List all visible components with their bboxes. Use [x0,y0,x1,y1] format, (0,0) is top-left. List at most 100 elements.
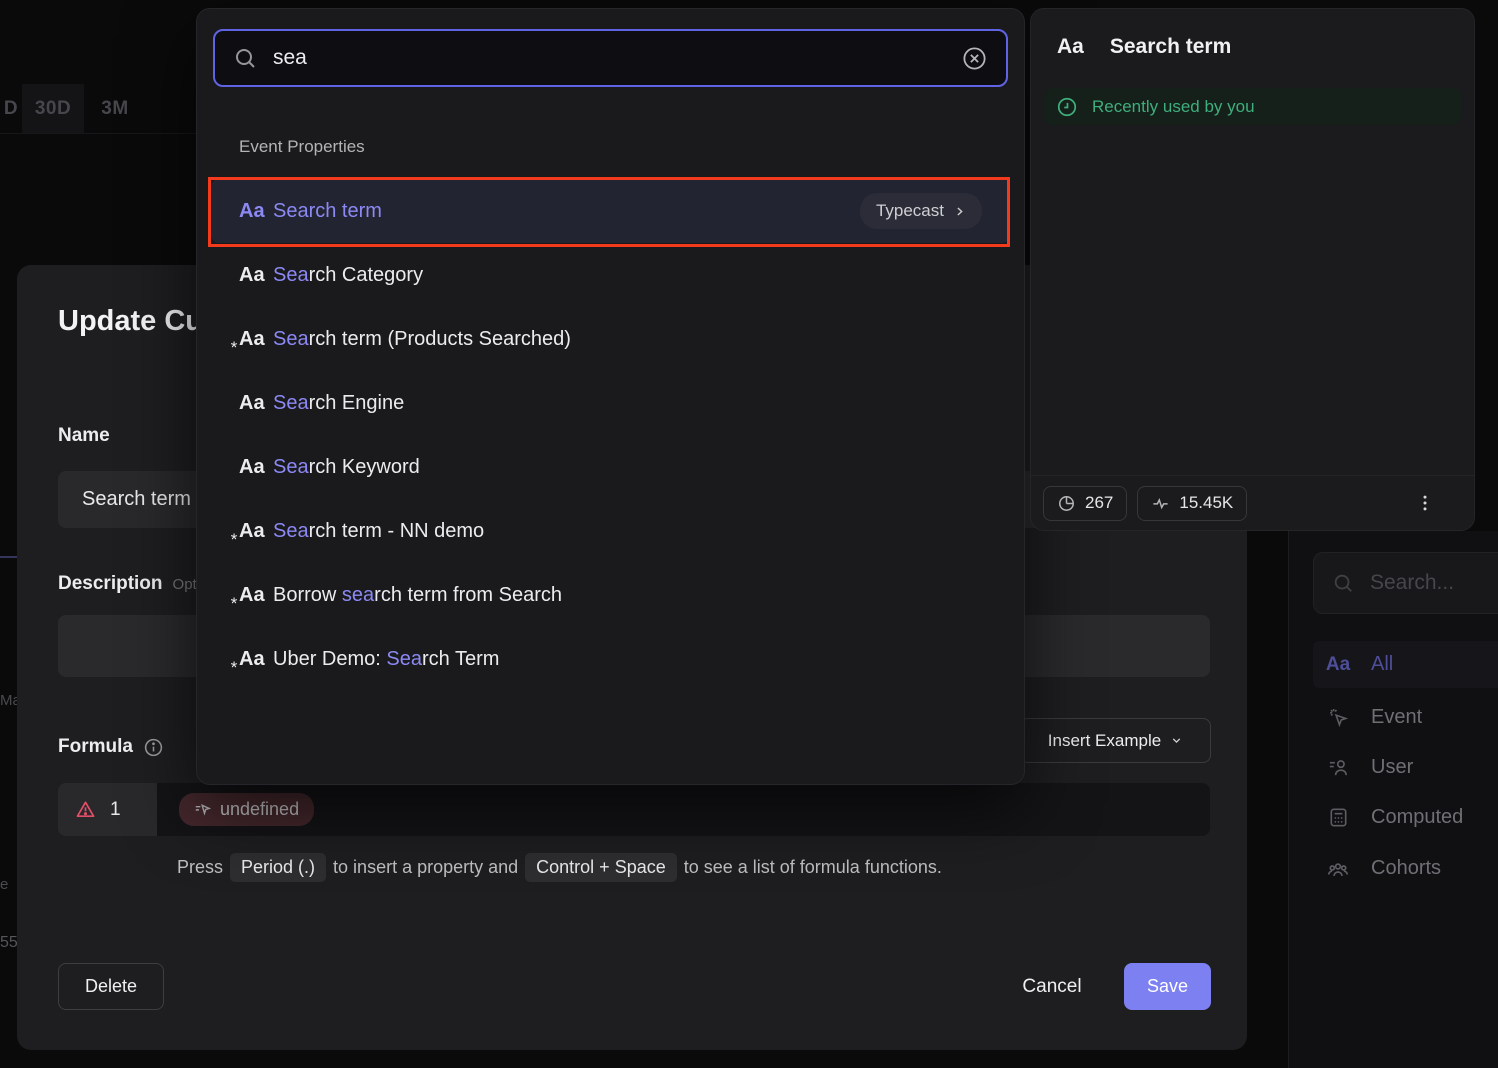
hint-text: Press [177,857,223,878]
text-type-icon: Aa [1325,654,1351,676]
detail-footer: 267 15.45K [1031,475,1474,530]
detail-title: Search term [1110,35,1231,59]
app-screen: D 30D 3M May e 55 Aa All Event User [0,0,1498,1068]
result-label: Search term - NN demo [273,520,484,543]
formula-editor[interactable]: 1 undefined [58,783,1210,836]
more-options-icon[interactable] [1415,493,1435,513]
property-search-input[interactable] [273,46,945,70]
typecast-label: Typecast [876,201,944,221]
results-list: Aa Search term Typecast Aa Search Catego… [211,179,1010,691]
formula-editor-content[interactable]: undefined [157,783,1210,836]
property-filter-sidebar: Aa All Event User Computed Cohorts [1288,531,1498,1068]
text-type-icon-custom: Aa* [239,584,273,607]
divider [0,133,196,134]
delete-button[interactable]: Delete [58,963,164,1010]
cardinality-value: 267 [1085,493,1113,513]
calculator-icon [1325,806,1351,829]
chevron-down-icon [1170,734,1183,747]
kbd-control-space: Control + Space [525,853,677,882]
sidebar-item-label: Event [1371,706,1422,729]
sidebar-item-label: User [1371,756,1413,779]
axis-label-e: e [0,876,8,893]
sidebar-item-label: All [1371,653,1393,676]
cardinality-chip[interactable]: 267 [1043,486,1127,521]
search-icon [233,46,257,70]
error-line-number: 1 [110,799,121,821]
name-label: Name [58,425,110,447]
result-row-search-keyword[interactable]: Aa Search Keyword [211,435,1010,499]
time-range-3m[interactable]: 3M [84,84,146,133]
modal-title: Update Cu [58,305,203,338]
clear-search-icon[interactable] [961,45,988,72]
result-label: Borrow search term from Search [273,584,562,607]
cancel-button[interactable]: Cancel [1002,965,1102,1009]
custom-property-marker: * [230,338,237,358]
property-search-dropdown: Event Properties Aa Search term Typecast… [196,8,1025,785]
sidebar-item-label: Computed [1371,806,1463,829]
hint-text: to see a list of formula functions. [684,857,942,878]
typecast-badge[interactable]: Typecast [860,193,982,229]
recently-used-badge: Recently used by you [1044,88,1461,125]
result-row-search-term[interactable]: Aa Search term Typecast [211,179,1010,243]
result-label: Search term (Products Searched) [273,328,571,351]
result-row-uber-demo-search-term[interactable]: Aa* Uber Demo: Search Term [211,627,1010,691]
event-property-icon [194,801,211,818]
formula-label: Formula [58,736,133,758]
formula-label-row: Formula [58,736,164,758]
property-search-field[interactable] [213,29,1008,87]
result-label: Search term [273,200,382,223]
result-label: Uber Demo: Search Term [273,648,499,671]
result-row-search-category[interactable]: Aa Search Category [211,243,1010,307]
insert-example-label: Insert Example [1048,731,1161,751]
result-row-borrow-search-term[interactable]: Aa* Borrow search term from Search [211,563,1010,627]
text-type-icon: Aa [239,200,273,223]
custom-property-marker: * [230,594,237,614]
property-detail-panel: Aa Search term Recently used by you 267 … [1030,8,1475,531]
time-range-7d[interactable]: D [0,84,22,133]
clock-icon [1056,96,1078,118]
text-type-icon: Aa [239,456,273,479]
search-icon [1332,572,1354,594]
text-type-icon: Aa [239,392,273,415]
undefined-chip-label: undefined [220,799,299,820]
result-row-search-engine[interactable]: Aa Search Engine [211,371,1010,435]
sidebar-item-label: Cohorts [1371,857,1441,880]
save-button[interactable]: Save [1124,963,1211,1010]
result-label: Search Category [273,264,423,287]
sidebar-search[interactable] [1313,552,1498,614]
detail-header: Aa Search term [1057,35,1231,59]
custom-property-marker: * [230,530,237,550]
time-range-bar: D 30D 3M [0,84,146,133]
text-type-icon-custom: Aa* [239,648,273,671]
sidebar-item-computed[interactable]: Computed [1313,794,1498,841]
recently-used-label: Recently used by you [1092,97,1255,117]
section-header: Event Properties [239,137,365,157]
text-type-icon-custom: Aa* [239,328,273,351]
sidebar-item-cohorts[interactable]: Cohorts [1313,845,1498,892]
text-type-icon: Aa [1057,35,1084,59]
chevron-right-icon [953,205,966,218]
result-row-search-term-products[interactable]: Aa* Search term (Products Searched) [211,307,1010,371]
event-cursor-icon [1325,706,1351,729]
sidebar-item-all[interactable]: Aa All [1313,641,1498,688]
custom-property-marker: * [230,658,237,678]
user-icon [1325,756,1351,779]
text-type-icon: Aa [239,264,273,287]
sidebar-item-user[interactable]: User [1313,744,1498,791]
result-label: Search Engine [273,392,404,415]
kbd-period: Period (.) [230,853,326,882]
pie-chart-icon [1057,494,1076,513]
undefined-property-chip[interactable]: undefined [179,793,314,826]
hint-text: to insert a property and [333,857,518,878]
result-row-search-term-nn-demo[interactable]: Aa* Search term - NN demo [211,499,1010,563]
info-icon[interactable] [143,737,164,758]
sidebar-item-event[interactable]: Event [1313,694,1498,741]
formula-error-gutter: 1 [58,783,157,836]
volume-value: 15.45K [1179,493,1233,513]
result-label: Search Keyword [273,456,420,479]
insert-example-button[interactable]: Insert Example [1020,718,1211,763]
volume-chip[interactable]: 15.45K [1137,486,1247,521]
cohorts-icon [1325,857,1351,881]
time-range-30d[interactable]: 30D [22,84,84,133]
sidebar-search-input[interactable] [1370,571,1494,595]
